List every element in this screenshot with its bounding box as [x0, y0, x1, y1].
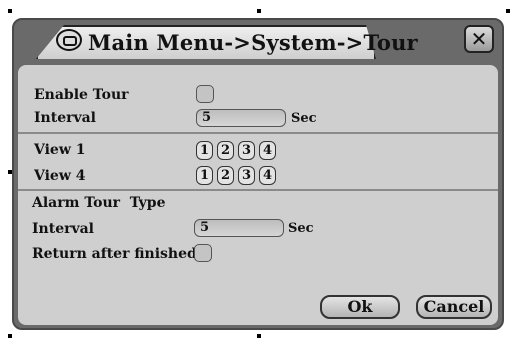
divider — [18, 189, 498, 191]
menu-icon — [56, 29, 82, 51]
divider — [18, 132, 498, 134]
tour-dialog: Main Menu->System->Tour ✕ Enable Tour In… — [12, 18, 504, 330]
close-button[interactable]: ✕ — [464, 25, 494, 53]
view-4-label: View 4 — [34, 168, 86, 184]
interval-unit: Sec — [291, 111, 317, 126]
return-after-finished-checkbox[interactable] — [194, 244, 212, 262]
alarm-interval-unit: Sec — [288, 221, 314, 236]
title-bar: Main Menu->System->Tour ✕ — [14, 20, 502, 62]
view-1-channel-3[interactable]: 3 — [238, 141, 255, 160]
alarm-tour-type-label: Alarm Tour Type — [32, 195, 166, 211]
view-1-channel-2[interactable]: 2 — [217, 141, 234, 160]
ok-button[interactable]: Ok — [320, 295, 400, 319]
resize-handle — [8, 9, 12, 13]
tour-settings-panel: Enable Tour Interval 5 Sec View 1 1 2 3 … — [18, 65, 498, 325]
alarm-interval-input[interactable]: 5 — [194, 219, 284, 237]
view-1-label: View 1 — [34, 142, 86, 158]
close-icon: ✕ — [470, 27, 488, 51]
view-4-channel-3[interactable]: 3 — [238, 166, 255, 185]
view-4-channel-4[interactable]: 4 — [259, 166, 276, 185]
resize-handle — [257, 334, 261, 338]
resize-handle — [506, 9, 510, 13]
cancel-button[interactable]: Cancel — [416, 295, 492, 319]
resize-handle — [257, 9, 261, 13]
view-4-channel-1[interactable]: 1 — [196, 166, 213, 185]
interval-label: Interval — [34, 110, 97, 126]
resize-handle — [8, 334, 12, 338]
alarm-interval-label: Interval — [32, 221, 95, 237]
window-title: Main Menu->System->Tour — [88, 30, 418, 55]
view-4-channel-2[interactable]: 2 — [217, 166, 234, 185]
view-1-channel-4[interactable]: 4 — [259, 141, 276, 160]
view-1-channel-1[interactable]: 1 — [196, 141, 213, 160]
enable-tour-label: Enable Tour — [34, 87, 129, 103]
interval-input[interactable]: 5 — [196, 109, 286, 127]
return-after-finished-label: Return after finished — [32, 246, 197, 262]
enable-tour-checkbox[interactable] — [196, 85, 214, 103]
